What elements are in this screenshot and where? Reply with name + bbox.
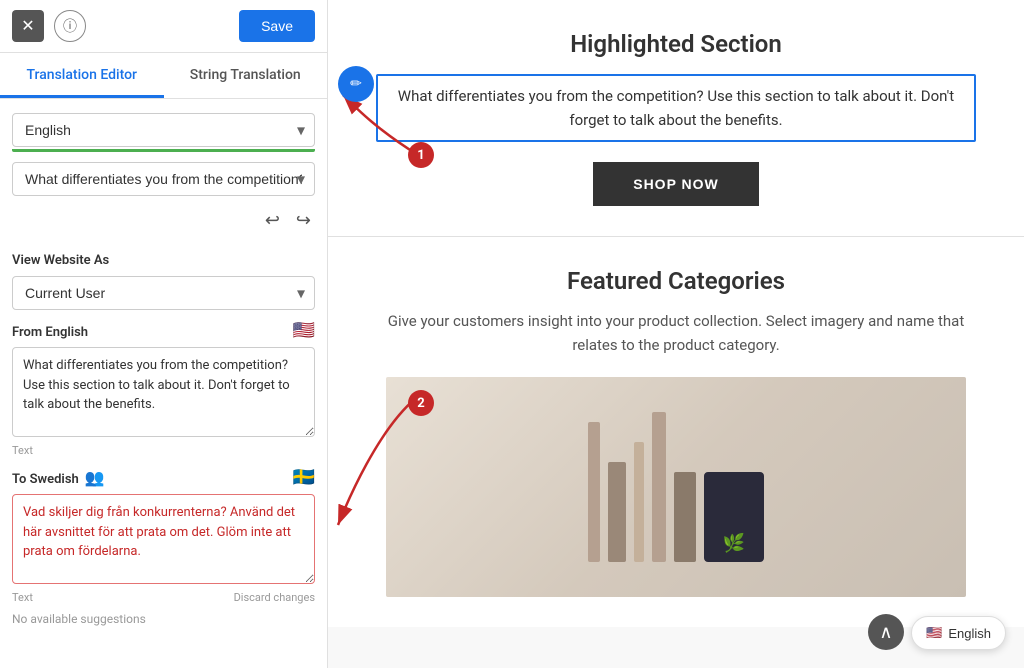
language-select-wrapper: English Swedish French — [12, 113, 315, 147]
to-swedish-label: To Swedish — [12, 472, 79, 487]
scroll-top-button[interactable]: ∧ — [868, 614, 904, 650]
tabs-container: Translation Editor String Translation — [0, 53, 327, 99]
pencil-icon: ✏ — [350, 76, 362, 92]
view-website-label: View Website As — [12, 253, 315, 268]
tab-translation-editor[interactable]: Translation Editor — [0, 53, 164, 98]
highlighted-section: Highlighted Section What differentiates … — [328, 0, 1024, 237]
view-as-select-wrapper: Current User Guest Admin — [12, 276, 315, 310]
left-panel: ✕ ⓘ Save Translation Editor String Trans… — [0, 0, 328, 668]
panel-content: English Swedish French What differentiat… — [0, 99, 327, 249]
info-button[interactable]: ⓘ — [54, 10, 86, 42]
redo-button[interactable]: ↪ — [292, 208, 315, 233]
discard-changes-label[interactable]: Discard changes — [234, 591, 315, 604]
top-bar: ✕ ⓘ Save — [0, 0, 327, 53]
tab-string-translation[interactable]: String Translation — [164, 53, 328, 98]
leaf-icon: 🌿 — [723, 533, 745, 554]
language-flag: 🇺🇸 — [926, 625, 942, 641]
highlighted-section-description: What differentiates you from the competi… — [376, 74, 976, 142]
to-swedish-textarea[interactable]: Vad skiljer dig från konkurrenterna? Anv… — [12, 494, 315, 584]
view-website-section: View Website As Current User Guest Admin — [0, 249, 327, 320]
to-swedish-header: To Swedish 👥 🇸🇪 — [12, 467, 315, 488]
item-stick-1 — [588, 422, 600, 562]
undo-button[interactable]: ↩ — [261, 208, 284, 233]
featured-image-items: 🌿 — [568, 392, 784, 582]
from-english-section: From English 🇺🇸 What differentiates you … — [0, 320, 327, 604]
string-select[interactable]: What differentiates you from the competi… — [12, 162, 315, 196]
from-english-header: From English 🇺🇸 — [12, 320, 315, 341]
view-as-select[interactable]: Current User Guest Admin — [12, 276, 315, 310]
item-stick-5 — [674, 472, 696, 562]
save-button[interactable]: Save — [239, 10, 315, 42]
to-swedish-left: To Swedish 👥 — [12, 468, 105, 487]
language-button[interactable]: 🇺🇸 English — [911, 616, 1006, 650]
from-english-label: From English — [12, 325, 88, 340]
language-label: English — [948, 626, 991, 641]
language-select[interactable]: English Swedish French — [12, 113, 315, 147]
item-stick-3 — [634, 442, 644, 562]
from-english-field-label: Text — [12, 444, 315, 457]
right-panel: ✏ Highlighted Section What differentiate… — [328, 0, 1024, 668]
highlighted-section-title: Highlighted Section — [368, 30, 984, 58]
green-underline — [12, 149, 315, 152]
close-button[interactable]: ✕ — [12, 10, 44, 42]
group-icon: 👥 — [85, 468, 105, 487]
no-suggestions: No available suggestions — [0, 612, 327, 626]
swedish-flag: 🇸🇪 — [293, 467, 315, 488]
to-swedish-field-label: Text — [12, 591, 33, 604]
featured-section-description: Give your customers insight into your pr… — [376, 309, 976, 357]
shop-now-button[interactable]: SHOP NOW — [593, 162, 759, 206]
english-flag: 🇺🇸 — [293, 320, 315, 341]
featured-section: Featured Categories Give your customers … — [328, 237, 1024, 627]
edit-pencil-button[interactable]: ✏ — [338, 66, 374, 102]
featured-image: 🌿 — [386, 377, 966, 597]
string-select-wrapper: What differentiates you from the competi… — [12, 162, 315, 196]
item-stick-4 — [652, 412, 666, 562]
undo-redo-bar: ↩ ↪ — [12, 206, 315, 235]
featured-section-title: Featured Categories — [368, 267, 984, 295]
from-english-textarea[interactable]: What differentiates you from the competi… — [12, 347, 315, 437]
featured-dark-box: 🌿 — [704, 472, 764, 562]
item-stick-2 — [608, 462, 626, 562]
